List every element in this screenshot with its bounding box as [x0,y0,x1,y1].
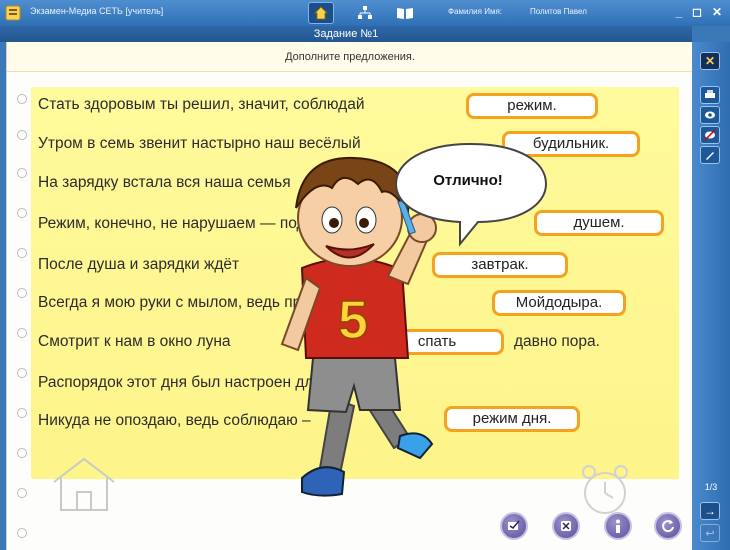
binder-hole [17,448,27,458]
arrow-back-icon: ↩ [705,527,715,540]
answer-field-1[interactable]: режим. [466,93,598,119]
speech-bubble [394,142,548,247]
clear-button[interactable] [552,512,580,540]
user-name: Политов Павел [530,7,587,16]
edit-button[interactable] [700,146,720,164]
close-icon[interactable]: ✕ [710,5,724,19]
title-bar: Экзамен-Медиа СЕТЬ [учитель] Фамилия Имя… [0,0,730,26]
book-button[interactable] [392,2,418,24]
refresh-icon [662,520,674,533]
sentence-7: Смотрит к нам в окно луна [38,333,231,350]
minimize-icon[interactable]: _ [672,5,686,19]
home-button[interactable] [308,2,334,24]
sentence-3: На зарядку встала вся наша семья [38,174,291,191]
sentence-7-suffix: давно пора. [514,333,600,350]
next-page-button[interactable]: → [700,502,720,520]
instruction: Дополните предложения. [7,42,693,72]
app-title: Экзамен-Медиа СЕТЬ [учитель] [30,6,164,16]
sentence-5: После душа и зарядки ждёт [38,256,240,273]
sentence-1: Стать здоровым ты решил, значит, соблюда… [38,96,365,113]
binder-hole [17,328,27,338]
close-icon: ✕ [704,54,716,68]
app-logo-icon [5,5,21,21]
task-title: Задание №1 [0,26,692,42]
check-answer-button[interactable] [500,512,528,540]
house-sketch-icon [53,457,115,511]
arrow-right-icon: → [704,504,716,518]
checklist-icon [508,520,520,530]
binder-hole [17,208,27,218]
close-task-button[interactable]: ✕ [700,52,720,70]
view-button[interactable] [700,106,720,124]
answer-field-9[interactable]: режим дня. [444,406,580,432]
restart-button[interactable] [654,512,682,540]
print-button[interactable] [700,86,720,104]
binder-hole [17,130,27,140]
speech-bubble-text: Отлично! [433,172,503,189]
user-label: Фамилия Имя: [448,7,502,16]
back-button[interactable]: ↩ [700,524,720,542]
alarm-clock-sketch-icon [582,465,628,514]
answer-field-4[interactable]: душем. [534,210,664,236]
info-icon [616,519,620,533]
restore-icon[interactable]: ◻ [690,5,704,19]
tree-icon [358,6,372,19]
binder-hole [17,94,27,104]
page-indicator: 1/3 [704,482,718,492]
binder-hole [17,288,27,298]
pencil-icon [706,152,714,160]
hide-button[interactable] [700,126,720,144]
info-button[interactable] [604,512,632,540]
structure-button[interactable] [352,2,378,24]
binder-hole [17,168,27,178]
binder-hole [17,368,27,378]
answer-field-6[interactable]: Мойдодыра. [492,290,626,316]
shirt-number: 5 [338,290,368,350]
binder-hole [17,488,27,498]
book-icon [397,8,413,19]
printer-icon [705,90,715,98]
eye-off-icon [704,129,716,141]
home-icon [314,6,328,20]
binder-hole [17,248,27,258]
binder-hole [17,528,27,538]
binder-hole [17,408,27,418]
right-toolbar: ✕ 1/3 → ↩ [692,42,730,550]
clear-icon [561,521,571,531]
eye-icon [705,111,715,119]
